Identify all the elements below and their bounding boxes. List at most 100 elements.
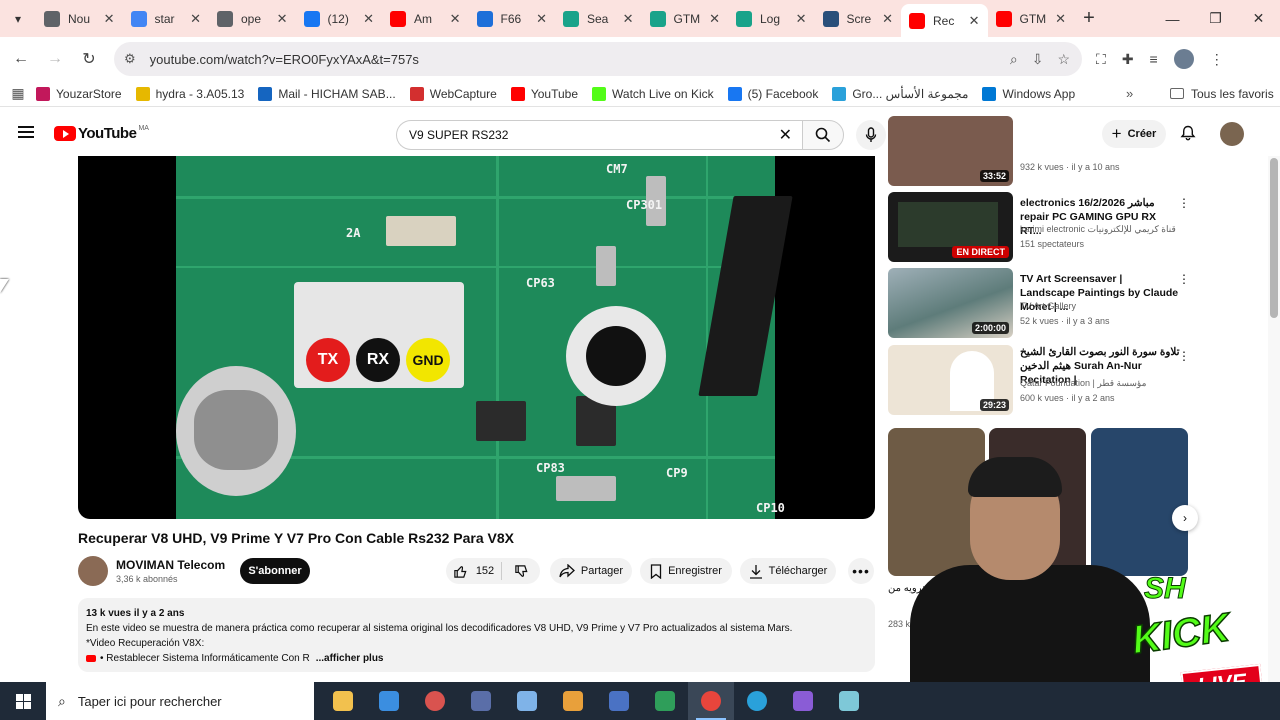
- description-link[interactable]: • Restablecer Sistema Informáticamente C…: [100, 653, 310, 664]
- address-bar[interactable]: ⚙ youtube.com/watch?v=ERO0FyxYAxA&t=757s…: [114, 42, 1082, 76]
- more-options-icon[interactable]: ⋮: [1178, 272, 1190, 286]
- search-query[interactable]: V9 SUPER RS232: [409, 128, 508, 142]
- recommendation-item[interactable]: 2:00:00 TV Art Screensaver | Landscape P…: [888, 268, 1190, 340]
- video-description[interactable]: 13 k vues il y a 2 ans En este video se …: [78, 598, 875, 672]
- bookmark-item[interactable]: hydra - 3.A05.13: [135, 86, 244, 101]
- taskbar-app[interactable]: [734, 682, 780, 720]
- taskbar-search[interactable]: ⌕ Taper ici pour rechercher: [46, 682, 314, 720]
- browser-tab[interactable]: Sea ✕: [555, 0, 642, 37]
- browser-tab[interactable]: F66 ✕: [469, 0, 556, 37]
- browser-tab[interactable]: star ✕: [123, 0, 210, 37]
- close-window-icon[interactable]: ✕: [1237, 0, 1280, 37]
- browser-tab[interactable]: (12) ✕: [296, 0, 383, 37]
- browser-tab[interactable]: Scre ✕: [815, 0, 902, 37]
- close-tab-icon[interactable]: ✕: [363, 11, 374, 27]
- install-icon[interactable]: ⇩: [1032, 51, 1044, 68]
- share-button[interactable]: Partager: [550, 558, 632, 584]
- bookmark-star-icon[interactable]: ☆: [1057, 51, 1070, 68]
- browser-tab[interactable]: ope ✕: [209, 0, 296, 37]
- bookmark-item[interactable]: Watch Live on Kick: [592, 86, 714, 101]
- close-tab-icon[interactable]: ✕: [623, 11, 634, 27]
- taskbar-app[interactable]: [596, 682, 642, 720]
- close-tab-icon[interactable]: ✕: [536, 11, 547, 27]
- url-text[interactable]: youtube.com/watch?v=ERO0FyxYAxA&t=757s: [150, 52, 419, 67]
- taskbar-app[interactable]: [458, 682, 504, 720]
- download-button[interactable]: Télécharger: [740, 558, 836, 584]
- more-options-icon[interactable]: ⋮: [1178, 196, 1190, 210]
- close-tab-icon[interactable]: ✕: [709, 11, 720, 27]
- close-tab-icon[interactable]: ✕: [1055, 11, 1066, 27]
- media-controls-icon[interactable]: ≡: [1150, 51, 1158, 67]
- bookmark-item[interactable]: YouzarStore: [36, 86, 122, 101]
- close-tab-icon[interactable]: ✕: [450, 11, 461, 27]
- profile-avatar[interactable]: [1173, 49, 1194, 69]
- taskbar-app[interactable]: [780, 682, 826, 720]
- browser-menu-icon[interactable]: ⋮: [1210, 51, 1224, 68]
- restore-icon[interactable]: ❐: [1194, 0, 1237, 37]
- taskbar-app[interactable]: [504, 682, 550, 720]
- scrollbar-thumb[interactable]: [1270, 158, 1278, 318]
- account-avatar[interactable]: [1220, 122, 1244, 146]
- close-tab-icon[interactable]: ✕: [882, 11, 893, 27]
- notifications-bell-icon[interactable]: [1180, 125, 1196, 141]
- browser-tab[interactable]: Am ✕: [382, 0, 469, 37]
- taskbar-app[interactable]: [642, 682, 688, 720]
- bookmark-item[interactable]: YouTube: [510, 86, 578, 101]
- menu-icon[interactable]: [18, 126, 34, 141]
- search-input[interactable]: V9 SUPER RS232 ✕: [396, 120, 802, 150]
- browser-tab[interactable]: Rec ✕: [901, 4, 988, 37]
- site-info-icon[interactable]: ⚙: [124, 51, 136, 67]
- reload-icon[interactable]: ↻: [72, 49, 106, 69]
- close-tab-icon[interactable]: ✕: [969, 13, 980, 29]
- taskbar-app[interactable]: [550, 682, 596, 720]
- taskbar-app[interactable]: [412, 682, 458, 720]
- zoom-icon[interactable]: ⌕: [1010, 51, 1018, 68]
- youtube-logo[interactable]: YouTube MA: [54, 125, 149, 142]
- browser-tab[interactable]: GTM ✕: [642, 0, 729, 37]
- tab-search-icon[interactable]: ▾: [0, 0, 36, 37]
- close-tab-icon[interactable]: ✕: [796, 11, 807, 27]
- start-button[interactable]: [0, 682, 46, 720]
- search-button[interactable]: [802, 120, 844, 150]
- bookmark-item[interactable]: Windows App: [982, 86, 1075, 101]
- video-player[interactable]: CM7 CP301 CP63 2A CP83 CP9 CP10 TX RX GN…: [78, 156, 875, 519]
- close-tab-icon[interactable]: ✕: [190, 11, 201, 27]
- like-button[interactable]: 152: [446, 562, 502, 580]
- channel-name[interactable]: MOVIMAN Telecom: [116, 558, 225, 572]
- bookmark-item[interactable]: WebCapture: [409, 86, 497, 101]
- taskbar-app[interactable]: [320, 682, 366, 720]
- channel-avatar[interactable]: [78, 556, 108, 586]
- close-tab-icon[interactable]: ✕: [277, 11, 288, 27]
- taskbar-app[interactable]: [826, 682, 872, 720]
- close-tab-icon[interactable]: ✕: [104, 11, 115, 27]
- chevron-right-icon[interactable]: ›: [1172, 505, 1198, 531]
- show-more-link[interactable]: ...afficher plus: [316, 653, 384, 664]
- subscribe-button[interactable]: S'abonner: [240, 558, 310, 584]
- minimize-icon[interactable]: —: [1151, 0, 1194, 37]
- recommendation-item[interactable]: 29:23 تلاوة سورة النور بصوت القارئ الشيخ…: [888, 345, 1190, 417]
- more-actions-icon[interactable]: •••: [848, 558, 874, 584]
- apps-grid-icon[interactable]: ▦: [0, 85, 36, 102]
- taskbar-app[interactable]: [688, 682, 734, 720]
- browser-tab[interactable]: GTM ✕: [988, 0, 1075, 37]
- recommendation-item[interactable]: EN DIRECT electronics مباشر 16/2/2026 re…: [888, 192, 1190, 264]
- new-tab-button[interactable]: +: [1074, 7, 1104, 30]
- back-icon[interactable]: ←: [4, 50, 38, 68]
- bookmark-item[interactable]: (5) Facebook: [727, 86, 818, 101]
- puzzle-icon[interactable]: ✚: [1122, 51, 1134, 68]
- voice-search-button[interactable]: [856, 120, 886, 150]
- save-button[interactable]: Enregistrer: [640, 558, 732, 584]
- browser-tab[interactable]: Log ✕: [728, 0, 815, 37]
- dislike-button[interactable]: [502, 564, 540, 579]
- more-bookmarks-icon[interactable]: »: [1126, 86, 1133, 101]
- taskbar-app[interactable]: [366, 682, 412, 720]
- bookmark-item[interactable]: Mail - HICHAM SAB...: [258, 86, 396, 101]
- create-button[interactable]: + Créer: [1102, 120, 1166, 148]
- screenshot-extension-icon[interactable]: ⛶: [1096, 51, 1106, 68]
- forward-icon[interactable]: →: [38, 50, 72, 68]
- recommendation-partial[interactable]: 33:52 932 k vues · il y a 10 ans: [888, 116, 1188, 186]
- more-options-icon[interactable]: ⋮: [1178, 349, 1190, 363]
- all-bookmarks[interactable]: Tous les favoris: [1170, 87, 1274, 101]
- browser-tab[interactable]: Nou ✕: [36, 0, 123, 37]
- clear-search-icon[interactable]: ✕: [779, 125, 792, 145]
